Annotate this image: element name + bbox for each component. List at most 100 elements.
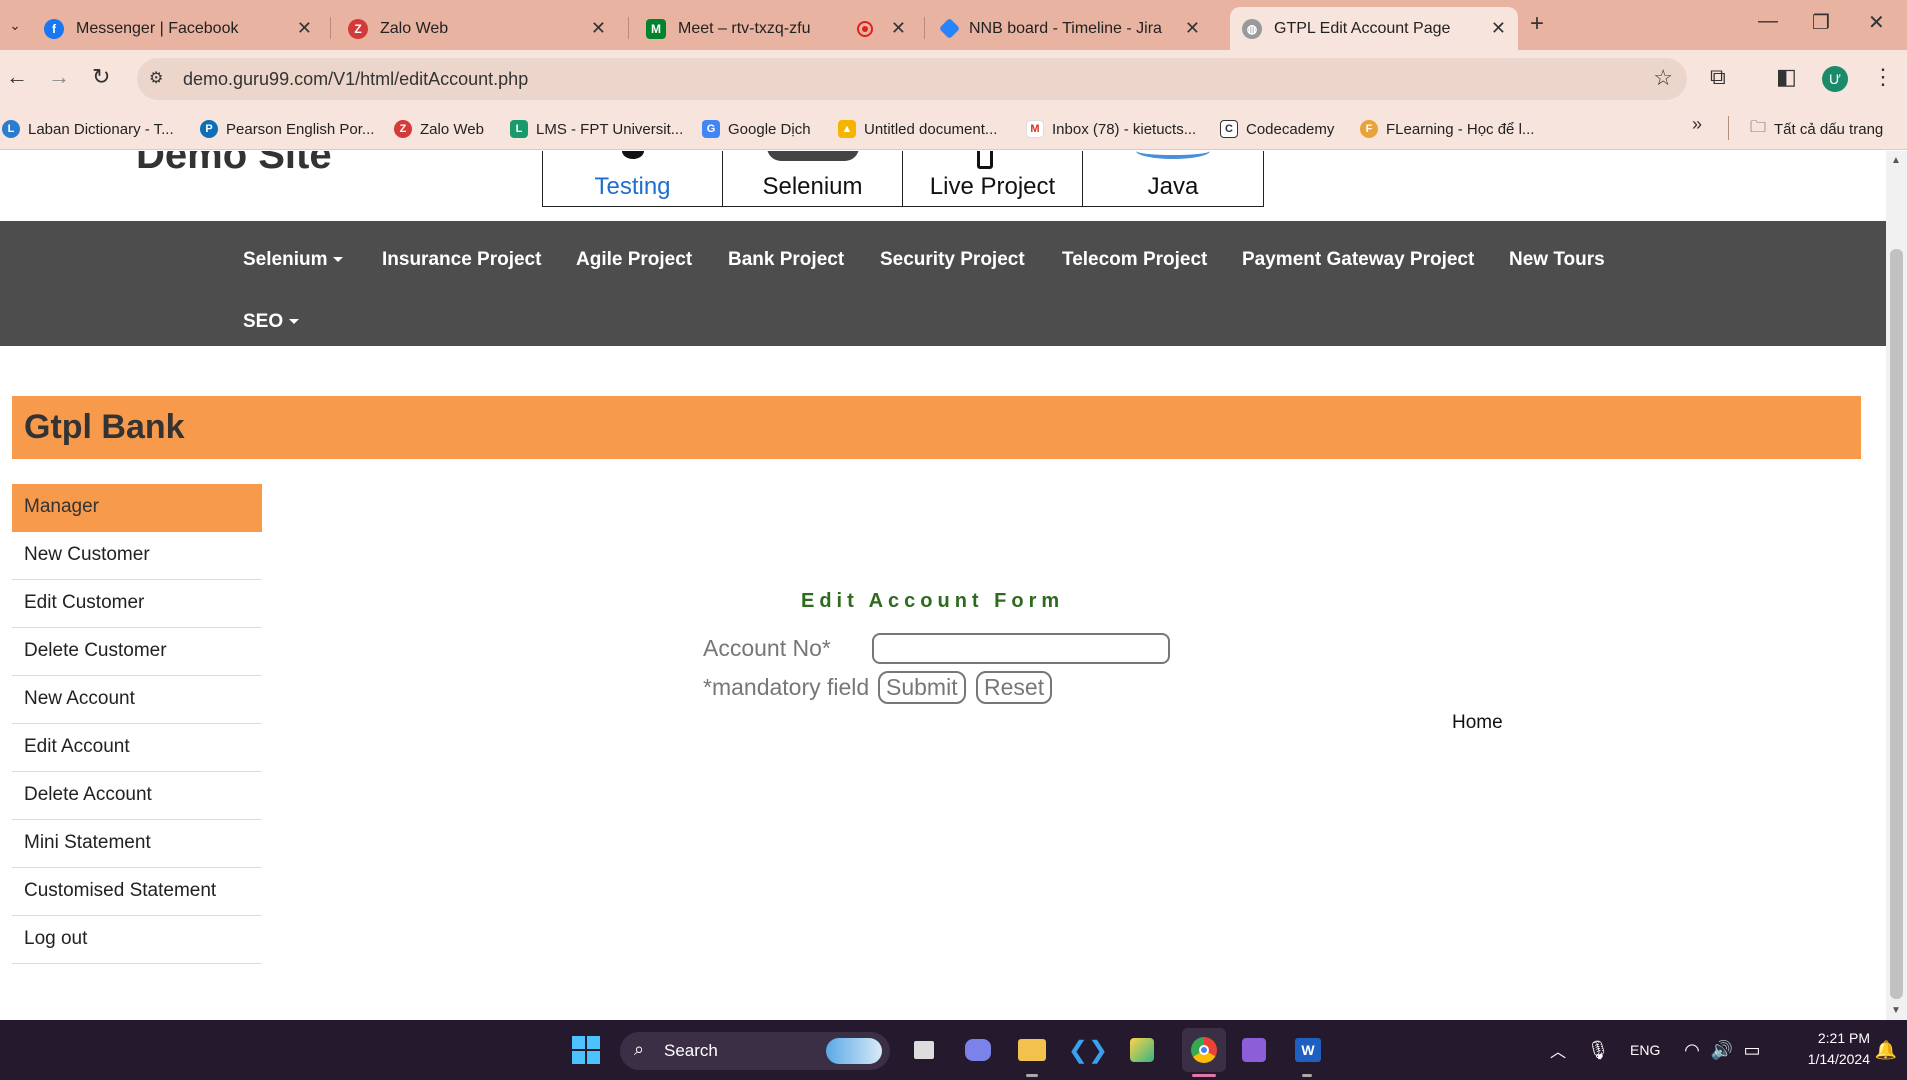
side-panel-icon[interactable]: ◧	[1776, 64, 1797, 90]
bookmark-google-translate[interactable]: G Google Dịch	[702, 116, 811, 142]
facebook-icon: f	[44, 18, 64, 39]
home-link[interactable]: Home	[1452, 712, 1503, 734]
clock-date[interactable]: 1/14/2024	[1782, 1051, 1870, 1067]
minimize-icon[interactable]: —	[1758, 10, 1778, 33]
nav-payment-gateway-project[interactable]: Payment Gateway Project	[1242, 249, 1474, 271]
visual-studio-icon[interactable]	[1238, 1034, 1270, 1066]
language-indicator[interactable]: ENG	[1630, 1042, 1660, 1058]
close-icon[interactable]: ✕	[591, 18, 606, 39]
bookmark-codecademy[interactable]: C Codecademy	[1220, 116, 1334, 142]
nav-insurance-project[interactable]: Insurance Project	[382, 249, 541, 271]
lms-icon: L	[510, 120, 528, 138]
url-text[interactable]: demo.guru99.com/V1/html/editAccount.php	[183, 69, 528, 90]
wifi-icon[interactable]: ◠	[1676, 1034, 1708, 1066]
new-tab-plus-icon[interactable]: +	[1530, 10, 1544, 38]
account-no-input[interactable]	[872, 633, 1170, 664]
bookmark-gmail[interactable]: M Inbox (78) - kietucts...	[1026, 116, 1196, 142]
bookmarks-bar: L Laban Dictionary - T... P Pearson Englis…	[0, 108, 1907, 150]
sidebar-item-new-account[interactable]: New Account	[12, 676, 262, 724]
sidebar-item-log-out[interactable]: Log out	[12, 916, 262, 964]
bookmark-label: Inbox (78) - kietucts...	[1052, 120, 1197, 138]
sidebar-item-edit-customer[interactable]: Edit Customer	[12, 580, 262, 628]
more-bookmarks-chevron-icon[interactable]: »	[1692, 114, 1702, 135]
submit-button[interactable]: Submit	[878, 671, 966, 704]
course-label: Java	[1147, 173, 1199, 200]
clock-time[interactable]: 2:21 PM	[1790, 1030, 1870, 1046]
chrome-icon[interactable]	[1182, 1028, 1226, 1072]
sidebar-item-new-customer[interactable]: New Customer	[12, 532, 262, 580]
snipping-tool-icon[interactable]	[1126, 1034, 1158, 1066]
page-scrollbar[interactable]: ▲ ▼	[1886, 151, 1907, 1020]
tab-zalo[interactable]: Z Zalo Web ✕	[336, 7, 618, 50]
bookmark-flearning[interactable]: F FLearning - Học để l...	[1360, 116, 1534, 142]
course-selenium[interactable]: Selenium	[723, 151, 903, 207]
more-menu-icon[interactable]: ⋮	[1872, 64, 1894, 90]
file-explorer-icon[interactable]	[1016, 1034, 1048, 1066]
vscode-icon[interactable]: ❮❯	[1068, 1034, 1108, 1066]
teams-chat-icon[interactable]	[962, 1034, 994, 1066]
java-logo-icon	[1136, 151, 1210, 159]
nav-security-project[interactable]: Security Project	[880, 249, 1025, 271]
nav-seo[interactable]: SEO	[243, 311, 300, 333]
bookmark-zalo[interactable]: Z Zalo Web	[394, 116, 484, 142]
zalo-icon: Z	[348, 18, 368, 39]
sidebar-item-delete-account[interactable]: Delete Account	[12, 772, 262, 820]
extensions-icon[interactable]: ⧉	[1710, 64, 1726, 90]
codecademy-icon: C	[1220, 120, 1238, 138]
nav-selenium[interactable]: Selenium	[243, 249, 344, 271]
sidebar-item-mini-statement[interactable]: Mini Statement	[12, 820, 262, 868]
scroll-up-icon[interactable]: ▲	[1891, 155, 1901, 166]
account-no-label: Account No*	[703, 635, 831, 661]
course-testing[interactable]: Testing	[543, 151, 723, 207]
nav-bank-project[interactable]: Bank Project	[728, 249, 844, 271]
omnibox[interactable]: ⚙ demo.guru99.com/V1/html/editAccount.ph…	[137, 58, 1687, 100]
sidebar-item-delete-customer[interactable]: Delete Customer	[12, 628, 262, 676]
bookmark-lms[interactable]: L LMS - FPT Universit...	[510, 116, 683, 142]
microphone-icon[interactable]: 🎙	[1582, 1034, 1614, 1066]
nav-telecom-project[interactable]: Telecom Project	[1062, 249, 1207, 271]
profile-avatar[interactable]: Ư	[1822, 66, 1848, 92]
close-window-icon[interactable]: ✕	[1868, 10, 1885, 35]
close-icon[interactable]: ✕	[1491, 18, 1506, 39]
reset-button[interactable]: Reset	[976, 671, 1053, 704]
taskbar-search[interactable]: ⌕ Search	[620, 1032, 890, 1070]
close-icon[interactable]: ✕	[891, 18, 906, 39]
forward-arrow-icon[interactable]: →	[48, 64, 70, 90]
tab-search-chevron-icon[interactable]: ⌄	[2, 12, 28, 38]
back-arrow-icon[interactable]: ←	[6, 64, 28, 90]
nav-new-tours[interactable]: New Tours	[1509, 249, 1605, 271]
sidebar-item-edit-account[interactable]: Edit Account	[12, 724, 262, 772]
laban-icon: L	[2, 120, 20, 138]
bookmark-laban[interactable]: L Laban Dictionary - T...	[2, 116, 174, 142]
close-icon[interactable]: ✕	[297, 18, 312, 39]
course-live-project[interactable]: Live Project	[903, 151, 1083, 207]
tab-meet[interactable]: M Meet – rtv-txzq-zfu ✕	[634, 7, 918, 50]
battery-icon[interactable]: ▭	[1736, 1034, 1768, 1066]
show-hidden-icons-chevron-icon[interactable]: ︿	[1542, 1034, 1574, 1066]
tab-title: Meet – rtv-txzq-zfu	[678, 19, 811, 37]
volume-icon[interactable]: 🔊	[1706, 1034, 1738, 1066]
windows-start-icon[interactable]	[570, 1034, 602, 1066]
sidebar-item-manager[interactable]: Manager	[12, 484, 262, 532]
word-icon[interactable]: W	[1292, 1034, 1324, 1066]
bookmark-untitled-document[interactable]: ▲ Untitled document...	[838, 116, 997, 142]
sidebar-item-customised-statement[interactable]: Customised Statement	[12, 868, 262, 916]
flearning-icon: F	[1360, 120, 1378, 138]
reload-icon[interactable]: ↻	[92, 64, 110, 90]
tab-messenger[interactable]: f Messenger | Facebook ✕	[32, 7, 324, 50]
notification-bell-icon[interactable]: 🔔	[1870, 1034, 1902, 1066]
site-info-icon[interactable]: ⚙	[149, 68, 163, 88]
scroll-down-icon[interactable]: ▼	[1891, 1005, 1901, 1016]
task-view-icon[interactable]	[908, 1034, 940, 1066]
restore-icon[interactable]: ❐	[1812, 10, 1830, 35]
close-icon[interactable]: ✕	[1185, 18, 1200, 39]
bookmark-star-icon[interactable]: ☆	[1653, 65, 1673, 91]
scroll-thumb[interactable]	[1890, 249, 1903, 999]
course-java[interactable]: Java	[1083, 151, 1263, 207]
tab-gtpl-edit-account[interactable]: ◍ GTPL Edit Account Page ✕	[1230, 7, 1518, 50]
all-bookmarks-folder[interactable]: 🗀 Tất cả dấu trang	[1750, 116, 1883, 142]
tab-jira[interactable]: NNB board - Timeline - Jira ✕	[930, 7, 1212, 50]
meet-icon: M	[646, 18, 666, 39]
bookmark-pearson[interactable]: P Pearson English Por...	[200, 116, 374, 142]
nav-agile-project[interactable]: Agile Project	[576, 249, 692, 271]
